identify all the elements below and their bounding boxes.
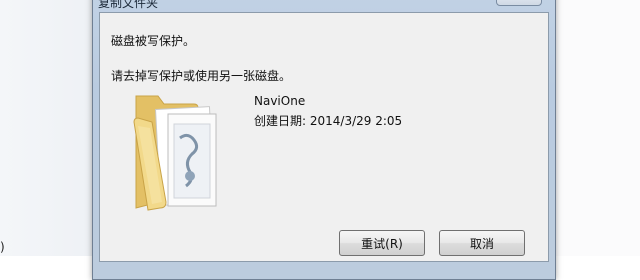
- dialog-title: 复制文件夹: [98, 0, 159, 10]
- retry-button[interactable]: 重试(R): [339, 230, 425, 256]
- cancel-button[interactable]: 取消: [439, 230, 525, 256]
- close-button[interactable]: [496, 0, 542, 6]
- instruction-message: 请去掉写保护或使用另一张磁盘。: [111, 69, 292, 83]
- item-name: NaviOne: [254, 94, 306, 108]
- write-protect-message: 磁盘被写保护。: [111, 34, 196, 48]
- background-window-right: [556, 0, 640, 256]
- folder-icon: [133, 95, 217, 211]
- background-window-left: ): [0, 0, 94, 256]
- background-partial-text: ): [0, 240, 5, 254]
- item-created-date: 创建日期: 2014/3/29 2:05: [254, 114, 403, 128]
